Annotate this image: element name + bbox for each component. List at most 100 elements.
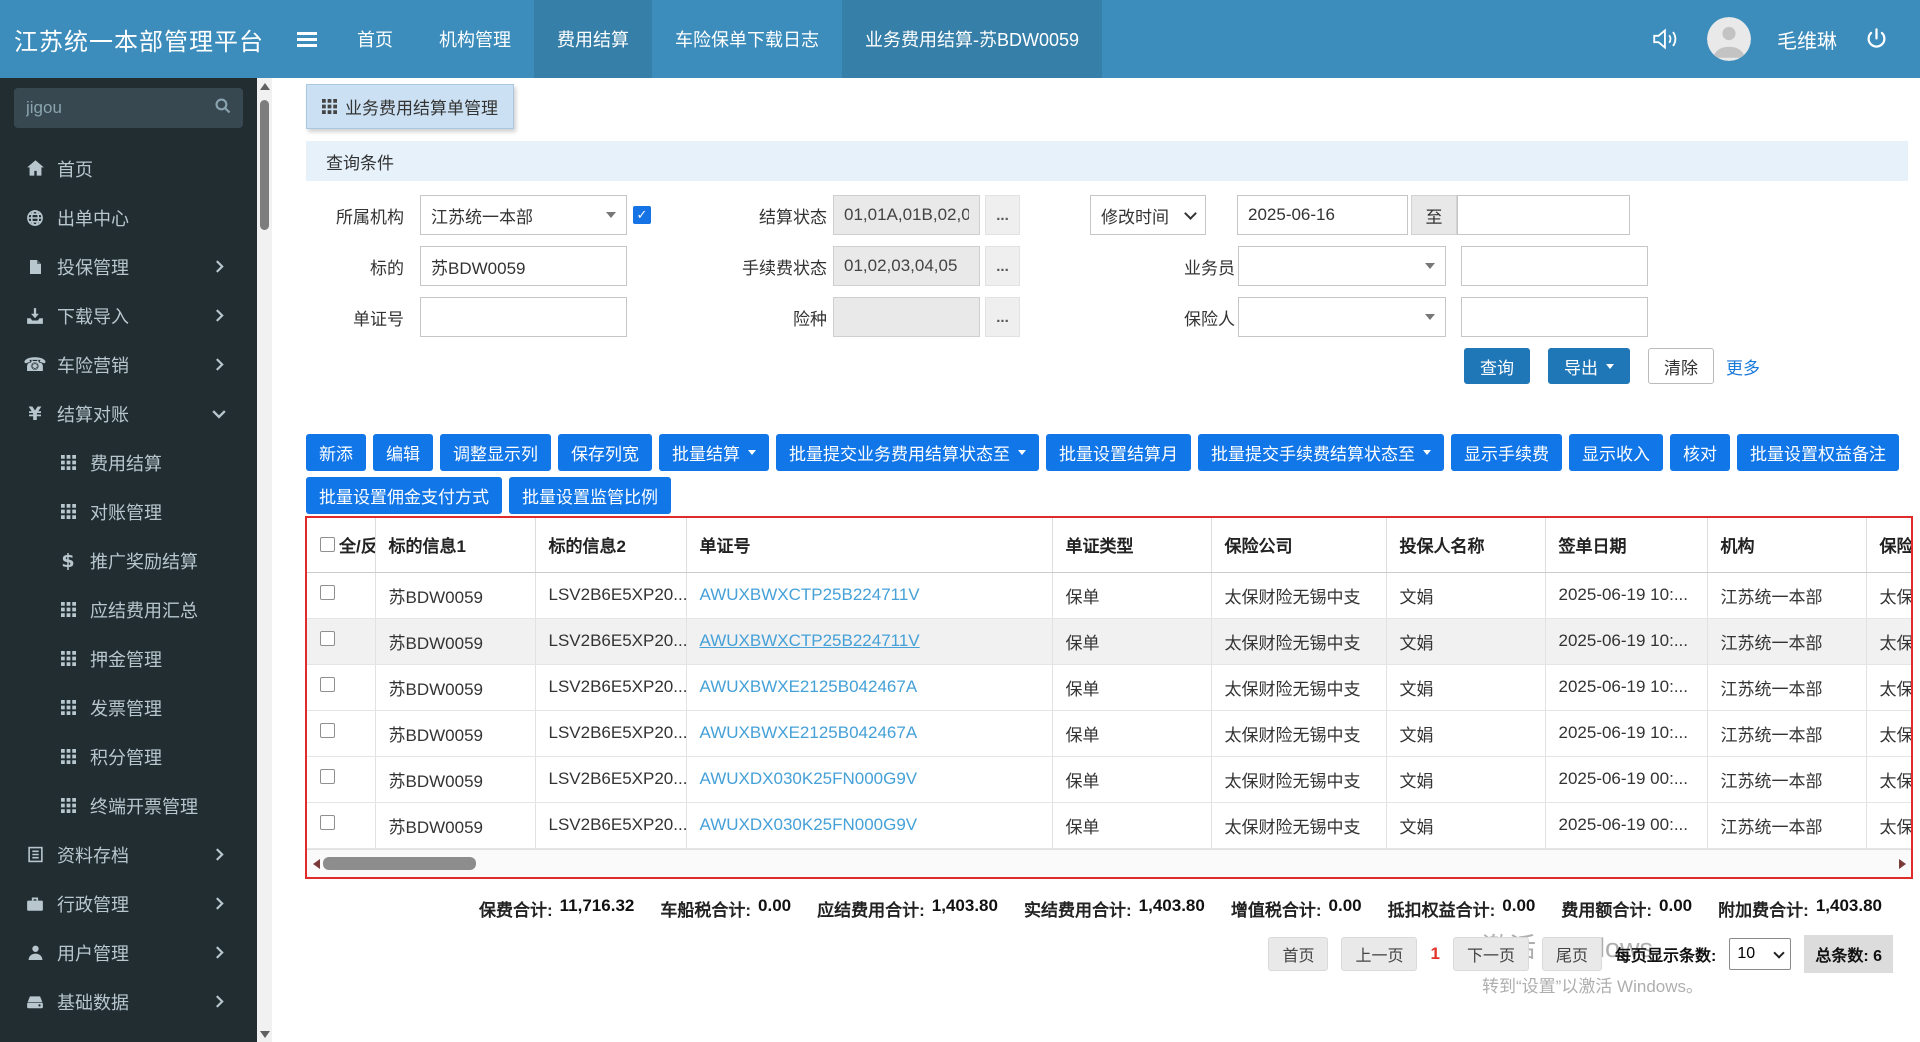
org-checkbox[interactable] <box>633 206 651 224</box>
sidebar-subitem[interactable]: $ 推广奖励结算 <box>0 536 257 585</box>
scroll-down-arrow-icon[interactable] <box>257 1026 272 1042</box>
file-icon <box>22 259 48 275</box>
action-button[interactable]: 新添 <box>306 434 366 471</box>
topnav-item[interactable]: 首页 <box>334 0 416 78</box>
per-page-select[interactable]: 10 <box>1729 938 1792 970</box>
topnav-item[interactable]: 车险保单下载日志 <box>652 0 842 78</box>
last-page-button[interactable]: 尾页 <box>1541 937 1602 971</box>
sidebar-item[interactable]: 行政管理 <box>0 879 257 928</box>
date-to-input[interactable] <box>1457 195 1630 235</box>
sidebar-subitem[interactable]: 费用结算 <box>0 438 257 487</box>
action-button[interactable]: 保存列宽 <box>558 434 652 471</box>
sidebar-subitem[interactable]: 终端开票管理 <box>0 781 257 830</box>
sidebar-subitem[interactable]: 积分管理 <box>0 732 257 781</box>
sidebar-subitem[interactable]: 应结费用汇总 <box>0 585 257 634</box>
row-checkbox[interactable] <box>320 631 335 646</box>
action-button[interactable]: 批量设置佣金支付方式 <box>306 477 502 514</box>
caret-down-icon <box>606 212 616 218</box>
horizontal-scrollbar[interactable] <box>307 849 1911 877</box>
brand-title: 江苏统一本部管理平台 <box>14 28 264 56</box>
download-icon <box>22 307 48 325</box>
sidebar-item[interactable]: 出单中心 <box>0 193 257 242</box>
salesman-input[interactable] <box>1461 246 1648 286</box>
sidebar-search-input[interactable] <box>26 98 214 118</box>
sidebar-item[interactable]: 用户管理 <box>0 928 257 977</box>
horizontal-scrollbar-thumb[interactable] <box>323 857 476 870</box>
action-button[interactable]: 显示手续费 <box>1451 434 1562 471</box>
sidebar-subitem[interactable]: 押金管理 <box>0 634 257 683</box>
insurer-select[interactable] <box>1238 297 1446 337</box>
date-from-input[interactable] <box>1237 195 1408 235</box>
topnav-item[interactable]: 业务费用结算-苏BDW0059 <box>842 0 1103 78</box>
username-label[interactable]: 毛维琳 <box>1777 25 1837 54</box>
table-cell: 保单 <box>1052 664 1212 711</box>
power-icon[interactable] <box>1863 26 1890 53</box>
sidebar-scrollbar[interactable] <box>257 78 272 1042</box>
sidebar-scrollbar-thumb[interactable] <box>260 100 269 230</box>
sidebar-item[interactable]: ☎ 车险营销 <box>0 340 257 389</box>
caret-down-icon <box>1423 450 1431 455</box>
doc-no-link[interactable]: AWUXBWXE2125B042467A <box>700 723 918 742</box>
salesman-select[interactable] <box>1238 246 1446 286</box>
doc-no-input[interactable] <box>420 297 627 337</box>
action-button[interactable]: 调整显示列 <box>440 434 551 471</box>
table-cell: LSV2B6E5XP20... <box>535 802 687 849</box>
scroll-right-arrow-icon[interactable] <box>1893 850 1911 877</box>
action-button[interactable]: 批量结算 <box>659 434 769 471</box>
select-all-label: 全/反 <box>339 537 375 557</box>
settle-status-more-button[interactable]: ... <box>985 195 1020 235</box>
scroll-up-arrow-icon[interactable] <box>257 78 272 94</box>
sidebar-item[interactable]: 基础数据 <box>0 977 257 1026</box>
org-select[interactable]: 江苏统一本部 <box>420 195 627 235</box>
insurance-type-more-button[interactable]: ... <box>985 297 1020 337</box>
doc-no-link[interactable]: AWUXBWXCTP25B224711V <box>700 585 920 604</box>
search-button[interactable]: 查询 <box>1464 348 1530 384</box>
doc-no-link[interactable]: AWUXDX030K25FN000G9V <box>700 769 918 788</box>
action-button[interactable]: 核对 <box>1670 434 1730 471</box>
fee-status-more-button[interactable]: ... <box>985 246 1020 286</box>
sidebar-item[interactable]: 首页 <box>0 144 257 193</box>
tab-business-fee-settlement[interactable]: 业务费用结算单管理 <box>306 84 514 129</box>
sidebar-item[interactable]: ¥ 结算对账 <box>0 389 257 438</box>
settle-status-input[interactable] <box>833 195 980 235</box>
doc-no-link[interactable]: AWUXBWXE2125B042467A <box>700 677 918 696</box>
sidebar-item[interactable]: 下载导入 <box>0 291 257 340</box>
doc-no-link[interactable]: AWUXBWXCTP25B224711V <box>700 631 920 650</box>
volume-icon[interactable] <box>1651 26 1681 52</box>
select-all-checkbox[interactable] <box>320 537 335 553</box>
row-checkbox[interactable] <box>320 769 335 784</box>
insurance-type-input[interactable] <box>833 297 980 337</box>
action-button[interactable]: 编辑 <box>373 434 433 471</box>
action-button[interactable]: 显示收入 <box>1569 434 1663 471</box>
topnav-item[interactable]: 费用结算 <box>534 0 652 78</box>
first-page-button[interactable]: 首页 <box>1268 937 1329 971</box>
sidebar-toggle-button[interactable] <box>280 0 334 78</box>
sidebar-item[interactable]: 投保管理 <box>0 242 257 291</box>
target-input[interactable] <box>420 246 627 286</box>
row-checkbox[interactable] <box>320 723 335 738</box>
sidebar-item[interactable]: 资料存档 <box>0 830 257 879</box>
sidebar-subitem[interactable]: 发票管理 <box>0 683 257 732</box>
next-page-button[interactable]: 下一页 <box>1452 937 1529 971</box>
time-type-select[interactable]: 修改时间 <box>1090 195 1206 235</box>
action-button[interactable]: 批量设置权益备注 <box>1737 434 1899 471</box>
row-checkbox[interactable] <box>320 585 335 600</box>
action-button[interactable]: 批量设置监管比例 <box>509 477 671 514</box>
sidebar-subitem[interactable]: 对账管理 <box>0 487 257 536</box>
insurer-input[interactable] <box>1461 297 1648 337</box>
doc-no-link[interactable]: AWUXDX030K25FN000G9V <box>700 815 918 834</box>
avatar[interactable] <box>1707 17 1751 61</box>
row-checkbox[interactable] <box>320 815 335 830</box>
export-button[interactable]: 导出 <box>1548 348 1630 384</box>
row-checkbox[interactable] <box>320 677 335 692</box>
prev-page-button[interactable]: 上一页 <box>1341 937 1418 971</box>
action-button[interactable]: 批量提交手续费结算状态至 <box>1198 434 1444 471</box>
action-button[interactable]: 批量提交业务费用结算状态至 <box>776 434 1039 471</box>
topnav-item[interactable]: 机构管理 <box>416 0 534 78</box>
search-icon[interactable] <box>214 97 231 119</box>
table-cell: 太保财险无锡中支 <box>1211 710 1387 757</box>
clear-button[interactable]: 清除 <box>1648 348 1714 384</box>
fee-status-input[interactable] <box>833 246 980 286</box>
more-link[interactable]: 更多 <box>1726 354 1760 379</box>
action-button[interactable]: 批量设置结算月 <box>1046 434 1191 471</box>
